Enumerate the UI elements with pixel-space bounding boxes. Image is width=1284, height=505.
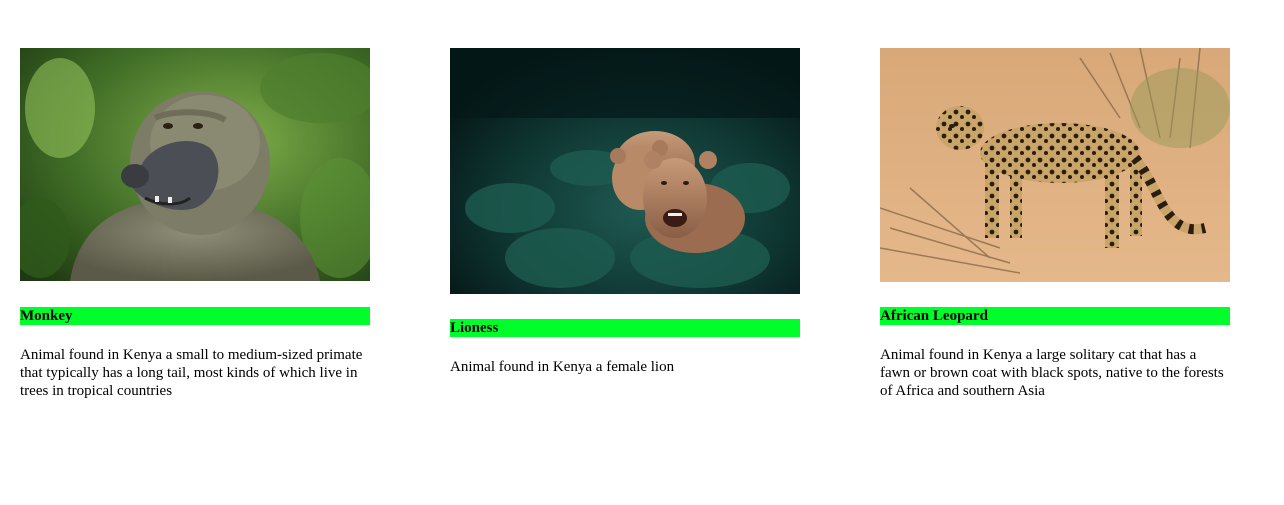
- card-title: African Leopard: [880, 307, 1230, 325]
- card-description: Animal found in Kenya a female lion: [450, 359, 675, 375]
- card-description: Animal found in Kenya a small to medium-…: [20, 347, 363, 399]
- leopard-photo: [880, 48, 1230, 282]
- baboon-photo: [20, 48, 370, 281]
- animal-card-monkey: Monkey Animal found in Kenya a small to …: [20, 48, 370, 400]
- animal-card-african-leopard: African Leopard Animal found in Kenya a …: [880, 48, 1230, 400]
- card-description: Animal found in Kenya a large solitary c…: [880, 347, 1224, 399]
- card-title: Monkey: [20, 307, 370, 325]
- lioness-photo: [450, 48, 800, 294]
- card-title: Lioness: [450, 319, 800, 337]
- animal-card-lioness: Lioness Animal found in Kenya a female l…: [450, 48, 800, 376]
